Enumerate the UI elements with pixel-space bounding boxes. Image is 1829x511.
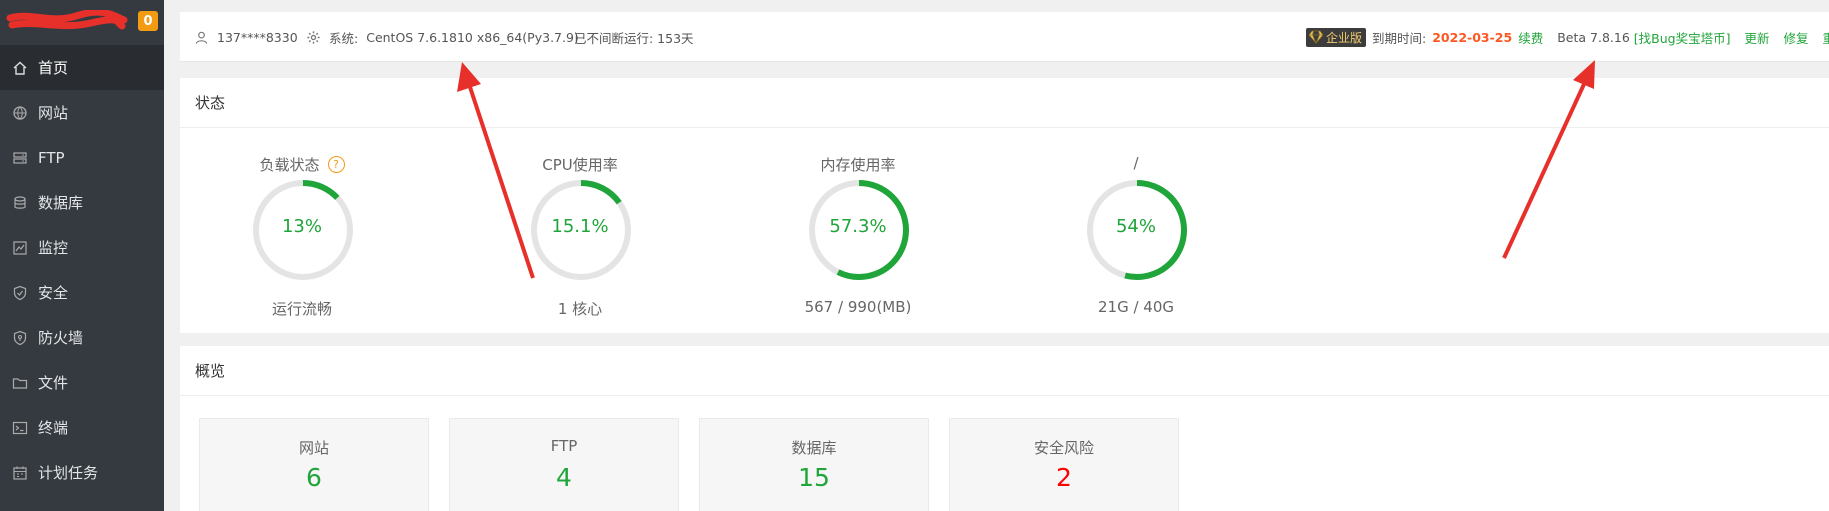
gauge-subtitle: 567 / 990(MB) bbox=[804, 298, 912, 316]
globe-icon bbox=[12, 105, 28, 121]
overview-card-security-risk[interactable]: 安全风险 2 bbox=[949, 418, 1179, 511]
overview-card-database[interactable]: 数据库 15 bbox=[699, 418, 929, 511]
redacted-logo-scribble bbox=[6, 10, 128, 30]
sidebar-item-label: 数据库 bbox=[38, 194, 84, 212]
calendar-icon bbox=[12, 465, 28, 481]
terminal-icon bbox=[12, 420, 28, 436]
sidebar-item-cron[interactable]: 计划任务 bbox=[0, 450, 164, 495]
overview-card-label: FTP bbox=[550, 437, 578, 455]
overview-card-label: 安全风险 bbox=[1033, 439, 1094, 457]
renew-link[interactable]: 续费 bbox=[1518, 28, 1543, 47]
repair-link[interactable]: 修复 bbox=[1783, 28, 1808, 47]
overview-panel-title: 概览 bbox=[180, 346, 1829, 396]
sidebar: 0 首页 网站 FTP 数据库 监控 安全 防火墙 文件 终端 计划任务 bbox=[0, 0, 164, 511]
sidebar-item-database[interactable]: 数据库 bbox=[0, 180, 164, 225]
ftp-icon bbox=[12, 150, 28, 166]
gauge-value: 57.3% bbox=[829, 216, 887, 237]
overview-card-ftp[interactable]: FTP 4 bbox=[449, 418, 679, 511]
gauge-subtitle: 1 核心 bbox=[557, 300, 603, 318]
overview-card-value[interactable]: 2 bbox=[950, 463, 1178, 492]
monitor-icon bbox=[12, 240, 28, 256]
gear-icon bbox=[307, 30, 320, 44]
gauge-subtitle: 21G / 40G bbox=[1097, 298, 1174, 316]
overview-card-label: 数据库 bbox=[791, 439, 837, 457]
update-link[interactable]: 更新 bbox=[1744, 28, 1769, 47]
uptime-info: 已不间断运行: 153天 bbox=[574, 30, 694, 46]
license-info: 企业版 到期时间: 2022-03-25 续费 Beta 7.8.16 [找Bu… bbox=[1306, 12, 1829, 62]
gauge-value: 15.1% bbox=[551, 216, 609, 237]
system-value: CentOS 7.6.1810 x86_64(Py3.7.9) bbox=[366, 29, 579, 45]
user-icon bbox=[195, 31, 208, 44]
overview-card-website[interactable]: 网站 6 bbox=[199, 418, 429, 511]
shield-icon bbox=[12, 285, 28, 301]
bug-bounty-link[interactable]: [找Bug奖宝塔币] bbox=[1634, 28, 1731, 47]
sidebar-item-label: 网站 bbox=[38, 104, 69, 122]
expire-label: 到期时间: bbox=[1372, 30, 1427, 46]
sidebar-item-label: 监控 bbox=[38, 239, 69, 257]
sidebar-item-ftp[interactable]: FTP bbox=[0, 135, 164, 180]
sidebar-item-label: 防火墙 bbox=[38, 329, 84, 347]
gauge-subtitle: 运行流畅 bbox=[271, 300, 332, 318]
sidebar-item-monitor[interactable]: 监控 bbox=[0, 225, 164, 270]
gauge-title: / bbox=[1133, 154, 1139, 172]
overview-card-value[interactable]: 4 bbox=[450, 463, 678, 492]
overview-card-value[interactable]: 15 bbox=[700, 463, 928, 492]
sidebar-item-home[interactable]: 首页 bbox=[0, 45, 164, 90]
status-panel-title: 状态 bbox=[180, 78, 1829, 128]
top-info-bar: 137****8330 系统: CentOS 7.6.1810 x86_64(P… bbox=[180, 12, 1829, 62]
sidebar-item-website[interactable]: 网站 bbox=[0, 90, 164, 135]
restart-link[interactable]: 重启 bbox=[1823, 28, 1829, 47]
expire-date: 2022-03-25 bbox=[1432, 29, 1513, 45]
overview-card-label: 网站 bbox=[298, 439, 329, 457]
home-icon bbox=[12, 60, 28, 76]
system-label: 系统: bbox=[329, 30, 359, 46]
sidebar-item-security[interactable]: 安全 bbox=[0, 270, 164, 315]
notification-badge[interactable]: 0 bbox=[138, 11, 158, 31]
sidebar-item-label: 安全 bbox=[38, 284, 69, 302]
overview-panel: 概览 网站 6 FTP 4 数据库 15 安全风险 2 bbox=[180, 346, 1829, 511]
sidebar-item-files[interactable]: 文件 bbox=[0, 360, 164, 405]
gauge-value: 54% bbox=[1115, 216, 1156, 237]
system-info: 系统: CentOS 7.6.1810 x86_64(Py3.7.9) bbox=[306, 12, 579, 62]
help-icon[interactable]: ? bbox=[327, 156, 345, 173]
enterprise-badge[interactable]: 企业版 bbox=[1306, 27, 1367, 47]
gauge-title: 负载状态 ? bbox=[207, 154, 397, 175]
folder-icon bbox=[12, 375, 28, 391]
firewall-icon bbox=[12, 330, 28, 346]
database-icon bbox=[12, 195, 28, 211]
sidebar-item-terminal[interactable]: 终端 bbox=[0, 405, 164, 450]
enterprise-label: 企业版 bbox=[1326, 30, 1363, 45]
diamond-icon bbox=[1308, 30, 1324, 44]
brand-area: 0 bbox=[0, 0, 164, 41]
sidebar-item-firewall[interactable]: 防火墙 bbox=[0, 315, 164, 360]
gauge-title: CPU使用率 bbox=[542, 156, 618, 174]
user-account: 137****8330 bbox=[217, 29, 298, 45]
sidebar-nav: 首页 网站 FTP 数据库 监控 安全 防火墙 文件 终端 计划任务 bbox=[0, 45, 164, 495]
gauge-title: 内存使用率 bbox=[820, 156, 896, 174]
user-info[interactable]: 137****8330 bbox=[194, 12, 298, 62]
sidebar-item-label: 计划任务 bbox=[38, 464, 99, 482]
version-text: Beta 7.8.16 bbox=[1557, 29, 1630, 45]
sidebar-item-label: 文件 bbox=[38, 374, 69, 392]
sidebar-item-label: FTP bbox=[38, 148, 65, 167]
overview-card-value[interactable]: 6 bbox=[200, 463, 428, 492]
sidebar-item-label: 终端 bbox=[38, 419, 69, 437]
gauge-title-text: 负载状态 bbox=[259, 156, 320, 174]
status-panel: 状态 负载状态 ? 13% 运行流畅 CPU使用率 15.1% 1 核心 内存使… bbox=[180, 78, 1829, 333]
gauge-value: 13% bbox=[281, 216, 322, 237]
sidebar-item-label: 首页 bbox=[38, 59, 69, 77]
